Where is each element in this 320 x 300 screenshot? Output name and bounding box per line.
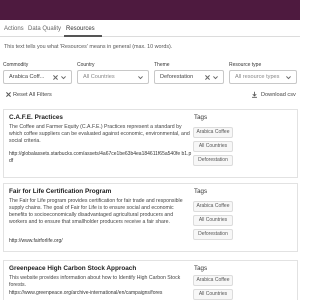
tab-actions[interactable]: Actions: [4, 26, 24, 32]
resource-description: This website provides information about …: [9, 275, 181, 288]
tag-badge: All Countries: [193, 141, 233, 152]
tags-heading: Tags: [194, 114, 208, 121]
resource-description: The Fair for Life program provides certi…: [9, 198, 183, 225]
resource-link[interactable]: http://www.fairforlife.org/: [9, 238, 192, 245]
chevron-down-icon: [61, 76, 66, 80]
chevron-down-icon: [286, 76, 291, 80]
reset-all-filters-button[interactable]: Reset All Filters: [13, 92, 52, 98]
commodity-select[interactable]: Arabica Coff...: [3, 70, 72, 84]
commodity-filter-label: Commodity: [3, 62, 29, 68]
tab-data-quality[interactable]: Data Quality: [28, 26, 61, 32]
tags-heading: Tags: [194, 265, 208, 272]
theme-select-value: Deforestation: [160, 74, 194, 80]
tag-badge: Arabica Coffee: [193, 275, 233, 286]
resource-type-select-placeholder: All resource types: [235, 74, 280, 80]
commodity-select-value: Arabica Coff...: [9, 74, 45, 80]
country-select-placeholder: All Countries: [83, 74, 115, 80]
tag-badge: All Countries: [193, 289, 233, 300]
active-tab-indicator: [64, 35, 102, 37]
tag-badge: Deforestation: [193, 155, 233, 166]
country-select[interactable]: All Countries: [77, 70, 149, 84]
app-header-bar: [0, 0, 300, 20]
resource-title[interactable]: Greenpeace High Carbon Stock Approach: [9, 265, 136, 272]
clear-icon[interactable]: [204, 74, 211, 81]
resource-title[interactable]: C.A.F.E. Practices: [9, 114, 63, 121]
tag-badge: Deforestation: [193, 229, 233, 240]
resource-type-select[interactable]: All resource types: [229, 70, 297, 84]
resource-type-filter-label: Resource type: [229, 62, 262, 68]
country-filter-label: Country: [77, 62, 95, 68]
download-csv-button[interactable]: Download csv: [261, 92, 296, 98]
filter-actions-bar: Reset All Filters Download csv: [0, 90, 300, 100]
resource-card: C.A.F.E. Practices The Coffee and Farmer…: [3, 109, 298, 178]
close-icon[interactable]: [5, 91, 12, 98]
download-icon[interactable]: [251, 91, 258, 98]
tab-bar: Actions Data Quality Resources: [0, 20, 300, 37]
tag-badge: All Countries: [193, 215, 233, 226]
clear-icon[interactable]: [52, 74, 59, 81]
resource-description: The Coffee and Farmer Equity (C.A.F.E.) …: [9, 124, 190, 144]
theme-select[interactable]: Deforestation: [154, 70, 224, 84]
resource-card: Fair for Life Certification Program The …: [3, 183, 298, 252]
tab-resources[interactable]: Resources: [66, 26, 95, 32]
theme-filter-label: Theme: [154, 62, 170, 68]
tags-heading: Tags: [194, 188, 208, 195]
page-description: This text tells you what 'Resources' mea…: [4, 44, 173, 50]
resource-link[interactable]: https://www.greenpeace.org/archive-inter…: [9, 290, 192, 297]
tag-badge: Arabica Coffee: [193, 127, 233, 138]
resource-title[interactable]: Fair for Life Certification Program: [9, 188, 111, 195]
resource-link[interactable]: http://globalassets.starbucks.com/assets…: [9, 151, 192, 165]
chevron-down-icon: [138, 76, 143, 80]
tag-badge: Arabica Coffee: [193, 201, 233, 212]
resource-card: Greenpeace High Carbon Stock Approach Th…: [3, 260, 298, 300]
chevron-down-icon: [213, 76, 218, 80]
